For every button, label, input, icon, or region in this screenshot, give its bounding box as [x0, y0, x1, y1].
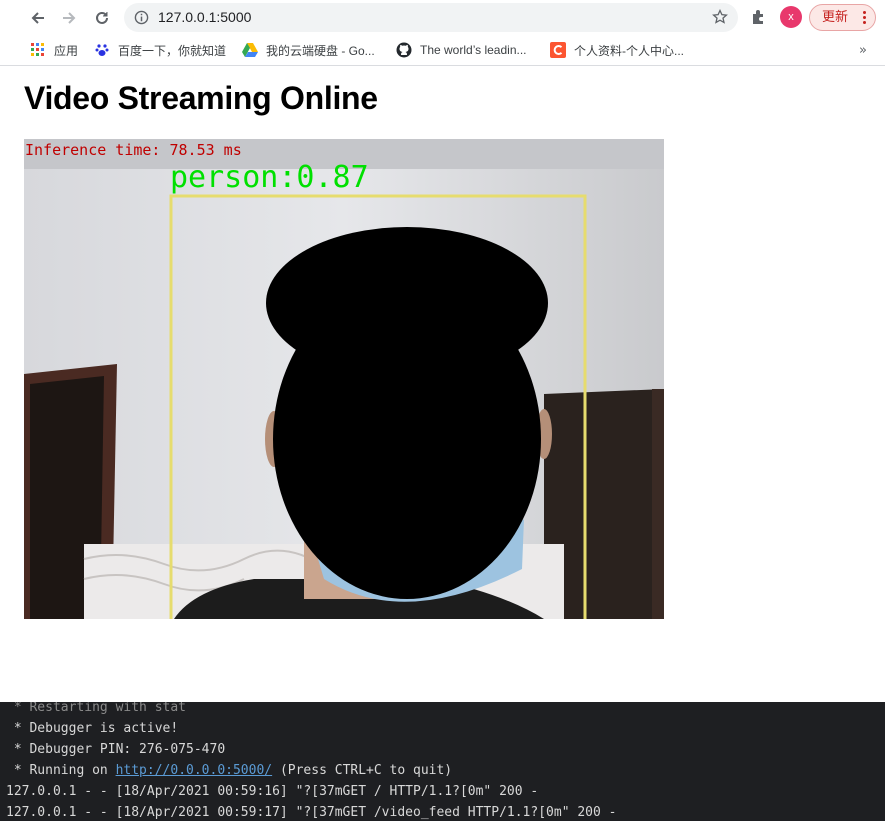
- forward-button[interactable]: [56, 5, 82, 31]
- bookmark-label: 应用: [54, 43, 79, 58]
- terminal-running-line: * Running on http://0.0.0.0:5000/ (Press…: [6, 760, 616, 781]
- info-icon[interactable]: [134, 10, 149, 25]
- bookmark-apps[interactable]: 应用: [30, 41, 78, 59]
- menu-dots-icon: [863, 11, 866, 26]
- bookmark-label: 百度一下，你就知道: [118, 43, 227, 58]
- bookmark-star-icon[interactable]: [712, 9, 728, 25]
- back-button[interactable]: [25, 5, 51, 31]
- update-label: 更新: [822, 10, 849, 25]
- google-drive-icon: [242, 42, 258, 58]
- door-right-edge: [652, 389, 664, 619]
- browser-toolbar: 127.0.0.1:5000 x 更新: [0, 0, 885, 35]
- bookmarks-bar: 应用 百度一下，你就知道 我的云端硬盘 - Go... The world’s …: [0, 35, 885, 66]
- csdn-c-icon: [550, 42, 566, 58]
- video-frame: Inference time: 78.53 ms person:0.87: [24, 139, 664, 619]
- bookmark-github[interactable]: The world’s leadin...: [396, 41, 527, 59]
- more-bookmarks-chevron-icon[interactable]: »: [859, 43, 867, 58]
- inference-time-text: Inference time: 78.53 ms: [25, 141, 242, 159]
- baidu-paw-icon: [94, 42, 110, 58]
- bookmark-label: The world’s leadin...: [420, 43, 527, 57]
- url-text[interactable]: 127.0.0.1:5000: [158, 9, 251, 25]
- extensions-puzzle-icon[interactable]: [750, 8, 768, 26]
- detection-label: person:0.87: [170, 160, 369, 195]
- terminal-log-line: 127.0.0.1 - - [18/Apr/2021 00:59:16] "?[…: [6, 784, 539, 799]
- running-url-link[interactable]: http://0.0.0.0:5000/: [116, 763, 273, 778]
- apps-grid-icon: [30, 42, 46, 58]
- github-icon: [396, 42, 412, 58]
- terminal-line: * Debugger PIN: 276-075-470: [6, 742, 226, 757]
- page-title: Video Streaming Online: [24, 80, 378, 116]
- terminal-output: * Restarting with stat * Debugger is act…: [6, 697, 616, 821]
- forward-arrow-icon: [63, 12, 76, 24]
- address-bar[interactable]: 127.0.0.1:5000: [124, 3, 738, 32]
- terminal-line: * Debugger is active!: [6, 721, 179, 736]
- bookmark-label: 我的云端硬盘 - Go...: [266, 43, 375, 58]
- video-feed-image: Inference time: 78.53 ms person:0.87: [24, 139, 664, 619]
- profile-avatar[interactable]: x: [780, 6, 802, 28]
- bookmark-baidu[interactable]: 百度一下，你就知道: [94, 41, 226, 59]
- running-prefix: * Running on: [6, 763, 116, 778]
- bookmark-csdn[interactable]: 个人资料-个人中心...: [550, 41, 684, 59]
- terminal-log-line: 127.0.0.1 - - [18/Apr/2021 00:59:17] "?[…: [6, 805, 617, 820]
- running-suffix: (Press CTRL+C to quit): [272, 763, 453, 778]
- reload-icon: [96, 11, 108, 24]
- bookmark-label: 个人资料-个人中心...: [574, 43, 684, 58]
- update-button[interactable]: 更新: [809, 4, 876, 31]
- reload-button[interactable]: [89, 5, 115, 31]
- privacy-blob-face: [273, 279, 541, 599]
- bookmark-google-drive[interactable]: 我的云端硬盘 - Go...: [242, 41, 375, 59]
- back-arrow-icon: [31, 12, 44, 24]
